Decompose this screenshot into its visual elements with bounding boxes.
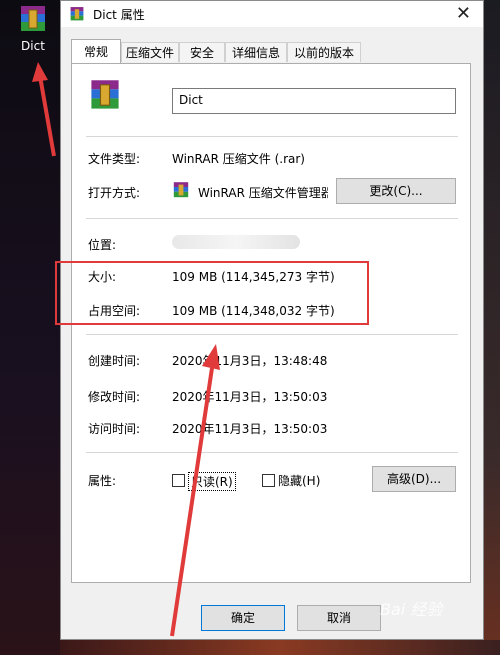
window-title: Dict 属性 xyxy=(93,8,145,22)
annotation-arrow-up xyxy=(32,62,56,157)
tab-archive[interactable]: 压缩文件 xyxy=(121,42,179,62)
winrar-app-icon xyxy=(173,182,189,198)
winrar-icon xyxy=(21,6,45,31)
created-label: 创建时间: xyxy=(88,354,141,368)
open-with-label: 打开方式: xyxy=(88,186,141,200)
hidden-label[interactable]: 隐藏(H) xyxy=(278,472,320,489)
file-type-label: 文件类型: xyxy=(88,152,141,166)
cancel-button[interactable]: 取消 xyxy=(297,605,381,631)
separator xyxy=(86,136,458,137)
winrar-icon xyxy=(70,7,84,21)
annotation-highlight-box xyxy=(55,261,369,325)
tab-details[interactable]: 详细信息 xyxy=(225,42,287,62)
location-value-blurred xyxy=(172,235,300,249)
location-label: 位置: xyxy=(88,238,117,252)
desktop-icon-dict[interactable]: Dict xyxy=(10,4,56,53)
hidden-checkbox[interactable] xyxy=(262,474,275,487)
file-name-input[interactable]: Dict xyxy=(172,88,456,114)
watermark: Bai 经验 xyxy=(380,600,443,619)
accessed-label: 访问时间: xyxy=(88,422,141,436)
title-bar: Dict 属性 ✕ xyxy=(61,1,483,27)
winrar-file-icon xyxy=(91,80,119,109)
modified-label: 修改时间: xyxy=(88,390,141,404)
tab-security[interactable]: 安全 xyxy=(179,42,225,62)
close-button[interactable]: ✕ xyxy=(456,3,471,24)
separator xyxy=(86,218,458,219)
tab-general[interactable]: 常规 xyxy=(71,39,121,63)
desktop-icon-label: Dict xyxy=(21,39,45,53)
open-with-value: WinRAR 压缩文件管理器 xyxy=(198,186,328,200)
change-button[interactable]: 更改(C)... xyxy=(336,178,456,204)
tab-previous-versions[interactable]: 以前的版本 xyxy=(287,42,361,62)
advanced-button[interactable]: 高级(D)... xyxy=(372,466,456,492)
desktop-background-right xyxy=(484,0,500,655)
separator xyxy=(86,452,458,453)
separator xyxy=(86,334,458,335)
desktop-background-bottom xyxy=(60,640,500,655)
file-type-value: WinRAR 压缩文件 (.rar) xyxy=(172,152,305,166)
annotation-arrow-up xyxy=(170,344,220,637)
attributes-label: 属性: xyxy=(88,474,117,488)
